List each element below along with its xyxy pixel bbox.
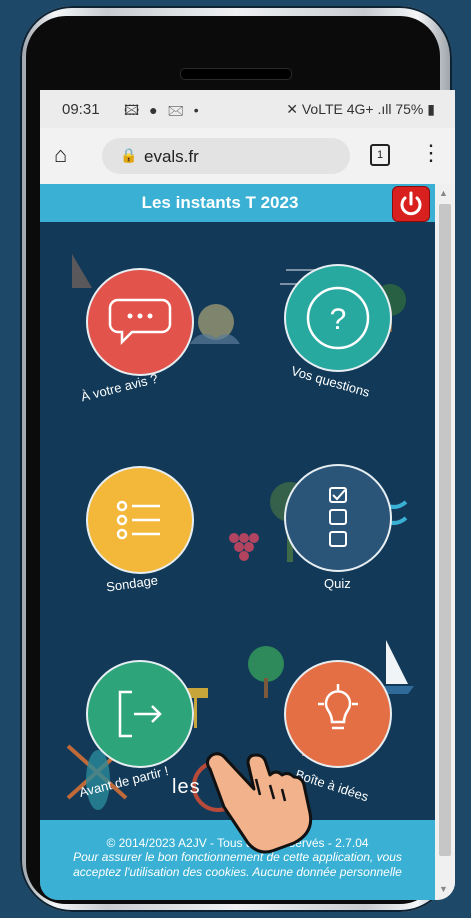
signal-icons: ✕ VoLTE 4G+ .ıll xyxy=(286,101,392,117)
battery-icon: ▮ xyxy=(427,101,435,117)
status-right: ✕ VoLTE 4G+ .ıll 75% ▮ xyxy=(286,101,435,118)
power-button[interactable] xyxy=(392,186,430,222)
home-icon[interactable]: ⌂ xyxy=(54,142,67,168)
scroll-down-icon[interactable]: ▼ xyxy=(439,884,448,894)
tab-switcher-button[interactable]: 1 xyxy=(370,144,390,166)
cookie-notice-line2: acceptez l'utilisation des cookies. Aucu… xyxy=(73,865,402,879)
app-title: Les instants T 2023 xyxy=(141,193,299,212)
app-header: Les instants T 2023 xyxy=(40,184,435,222)
address-bar[interactable]: 🔒 evals.fr xyxy=(102,138,350,174)
phone-speaker xyxy=(180,68,292,80)
checklist-icon xyxy=(284,464,392,572)
battery-level: 75% xyxy=(395,101,424,117)
power-icon xyxy=(400,191,422,216)
more-options-icon[interactable]: ⋮ xyxy=(420,140,442,166)
chat-bubble-icon xyxy=(86,268,194,376)
browser-toolbar: ⌂ 🔒 evals.fr 1 ⋮ xyxy=(40,128,455,185)
list-icon xyxy=(86,466,194,574)
url-text: evals.fr xyxy=(144,147,199,166)
status-bar: 09:31 🖾 ● 🖂 • ✕ VoLTE 4G+ .ıll 75% ▮ xyxy=(40,90,455,128)
notification-icons: 🖾 ● 🖂 • xyxy=(124,102,202,118)
exit-icon xyxy=(86,660,194,768)
status-time: 09:31 xyxy=(62,101,100,118)
menu-label: Quiz xyxy=(324,576,351,591)
pointing-hand-icon xyxy=(205,752,313,854)
svg-text:?: ? xyxy=(330,303,347,336)
scrollbar-thumb[interactable] xyxy=(439,204,451,856)
scrollbar[interactable]: ▲ ▼ xyxy=(435,184,455,900)
scroll-up-icon[interactable]: ▲ xyxy=(439,188,448,198)
lock-icon: 🔒 xyxy=(120,147,138,163)
question-icon: ? xyxy=(284,264,392,372)
